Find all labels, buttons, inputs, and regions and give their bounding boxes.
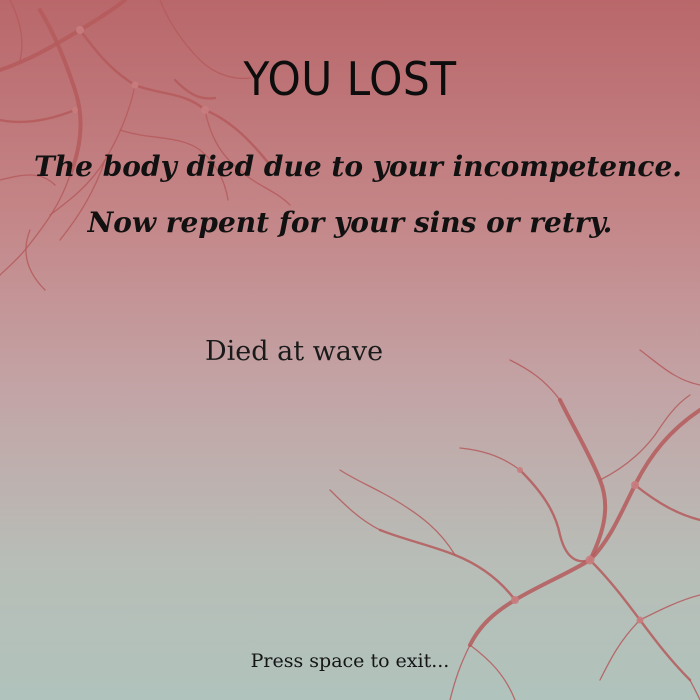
vein-cluster-bottom-right	[329, 349, 700, 700]
died-at-wave-label: Died at wave	[205, 336, 384, 367]
defeat-message-line2: Now repent for your sins or retry.	[87, 206, 613, 239]
exit-prompt: Press space to exit...	[250, 650, 450, 672]
defeat-message-line1: The body died due to your incompetence.	[33, 150, 683, 183]
vein-cluster-top-left	[0, 0, 291, 291]
game-over-title: YOU LOST	[243, 52, 457, 106]
game-over-screen: YOU LOST The body died due to your incom…	[0, 0, 700, 700]
